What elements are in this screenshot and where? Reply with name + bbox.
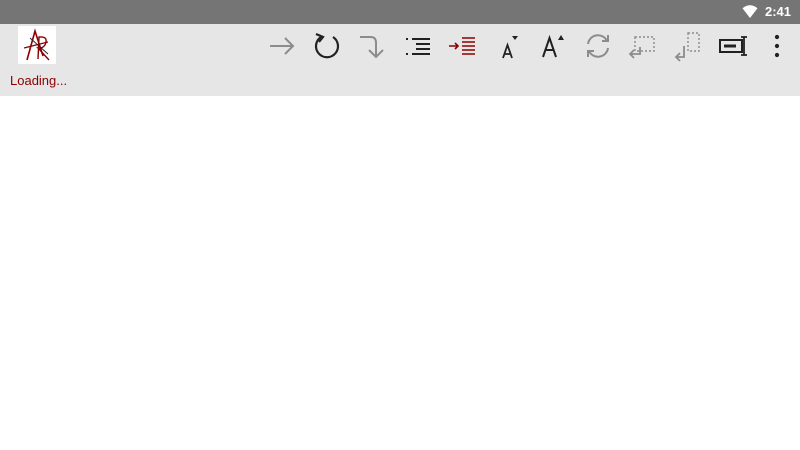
- app-logo-icon[interactable]: [18, 26, 56, 64]
- content-area: [0, 96, 800, 450]
- copy-down-icon[interactable]: [672, 30, 704, 62]
- status-bar: 2:41: [0, 0, 800, 24]
- forward-arrow-icon[interactable]: [266, 30, 298, 62]
- font-decrease-icon[interactable]: [494, 30, 526, 62]
- text-cursor-icon[interactable]: [717, 30, 749, 62]
- toolbar: Loading...: [0, 24, 800, 96]
- redirect-down-icon[interactable]: [356, 30, 388, 62]
- reload-icon[interactable]: [311, 30, 343, 62]
- indent-list-icon[interactable]: [446, 30, 478, 62]
- list-outline-icon[interactable]: [401, 30, 433, 62]
- loading-status: Loading...: [10, 73, 68, 88]
- status-time: 2:41: [764, 4, 791, 19]
- font-increase-icon[interactable]: [538, 30, 570, 62]
- copy-back-icon[interactable]: [626, 30, 658, 62]
- more-options-icon[interactable]: [762, 30, 794, 62]
- wifi-icon: [742, 5, 758, 19]
- refresh-icon[interactable]: [582, 30, 614, 62]
